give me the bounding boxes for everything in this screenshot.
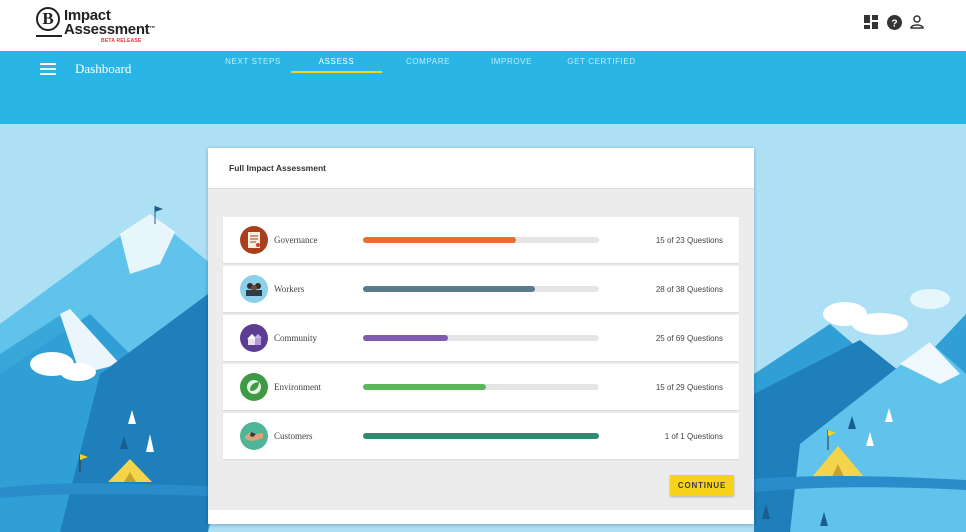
full-impact-assessment-card: Full Impact Assessment Governance 15 of 2…: [208, 148, 754, 524]
tab-next-steps[interactable]: NEXT STEPS: [215, 51, 291, 73]
page-title: Dashboard: [75, 61, 132, 76]
progress-bar-fill: [363, 286, 536, 292]
help-icon[interactable]: ?: [887, 15, 903, 31]
beta-release-badge: BETA RELEASE: [101, 38, 142, 44]
progress-bar: [363, 384, 599, 390]
progress-bar: [363, 237, 599, 243]
category-row-governance[interactable]: Governance 15 of 23 Questions: [223, 217, 739, 263]
continue-button[interactable]: CONTINUE: [670, 475, 734, 496]
question-count: 15 of 29 Questions: [655, 383, 723, 392]
question-count: 15 of 23 Questions: [655, 236, 723, 245]
category-label: Governance: [274, 235, 318, 245]
top-bar: B Impact Assessment™ BETA RELEASE ?: [0, 0, 966, 51]
workers-group-icon: [240, 275, 268, 303]
logo-trademark: ™: [149, 26, 156, 32]
logo-underline: [36, 35, 62, 37]
progress-bar: [363, 433, 599, 439]
category-label: Workers: [274, 284, 305, 294]
tab-improve[interactable]: IMPROVE: [474, 51, 549, 73]
progress-bar-fill: [363, 384, 486, 390]
question-count: 25 of 69 Questions: [655, 334, 723, 343]
top-icons: ?: [864, 15, 926, 31]
card-header: Full Impact Assessment: [208, 148, 754, 189]
progress-bar-fill: [363, 433, 599, 439]
hamburger-menu-icon[interactable]: [40, 63, 56, 77]
community-houses-icon: [240, 324, 268, 352]
user-icon[interactable]: [910, 15, 926, 31]
tab-compare[interactable]: COMPARE: [382, 51, 474, 73]
question-count: 28 of 38 Questions: [655, 285, 723, 294]
logo-text-line2: Assessment™: [64, 22, 155, 37]
tab-get-certified[interactable]: GET CERTIFIED: [549, 51, 654, 73]
category-row-community[interactable]: Community 25 of 69 Questions: [223, 315, 739, 361]
category-label: Customers: [274, 431, 313, 441]
progress-bar-fill: [363, 237, 517, 243]
dashboard-grid-icon[interactable]: [864, 15, 880, 31]
environment-leaf-icon: [240, 373, 268, 401]
customers-handshake-icon: [240, 422, 268, 450]
category-label: Community: [274, 333, 318, 343]
tab-assess[interactable]: ASSESS: [291, 51, 382, 73]
card-footer: [208, 510, 754, 524]
main-tabs: NEXT STEPS ASSESS COMPARE IMPROVE GET CE…: [215, 51, 654, 73]
b-corp-logo-mark: B: [36, 7, 60, 31]
progress-bar-fill: [363, 335, 448, 341]
card-title: Full Impact Assessment: [229, 163, 326, 173]
document-certificate-icon: [240, 226, 268, 254]
b-impact-assessment-logo[interactable]: B Impact Assessment™ BETA RELEASE: [36, 7, 156, 45]
progress-bar: [363, 335, 599, 341]
question-count: 1 of 1 Questions: [664, 432, 723, 441]
svg-text:?: ?: [891, 18, 897, 29]
category-row-environment[interactable]: Environment 15 of 29 Questions: [223, 364, 739, 410]
category-row-workers[interactable]: Workers 28 of 38 Questions: [223, 266, 739, 312]
category-label: Environment: [274, 382, 321, 392]
logo-text-assessment: Assessment: [64, 21, 150, 38]
progress-bar: [363, 286, 599, 292]
category-row-customers[interactable]: Customers 1 of 1 Questions: [223, 413, 739, 459]
